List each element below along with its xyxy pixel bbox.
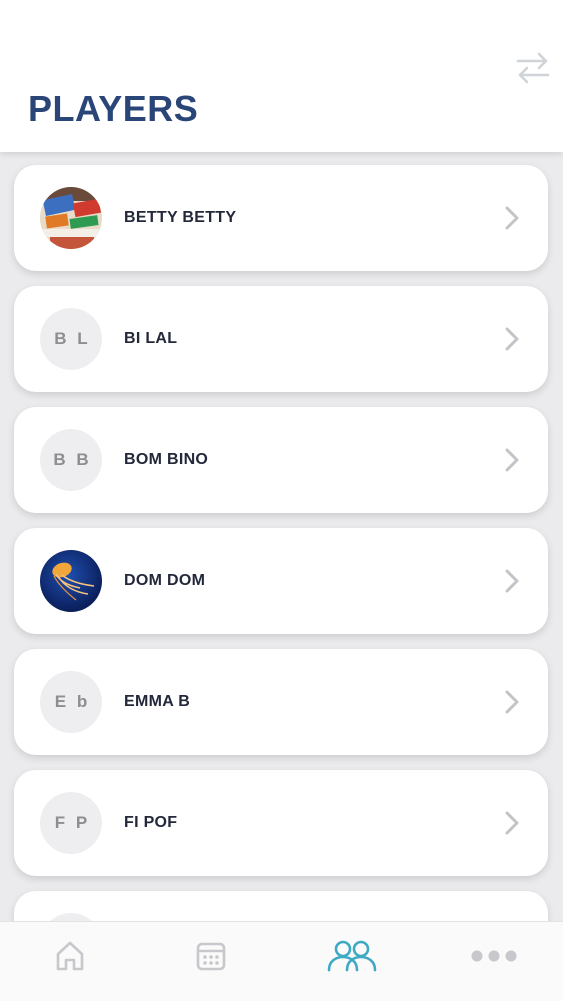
tab-more[interactable] — [468, 936, 520, 976]
swap-arrows-icon[interactable] — [514, 50, 552, 86]
avatar-initials: E b — [54, 692, 91, 711]
player-row[interactable]: E b EMMA B — [14, 649, 548, 755]
player-name: BETTY BETTY — [124, 209, 237, 226]
calendar-icon — [196, 942, 226, 971]
avatar — [40, 913, 102, 921]
avatar: E b — [40, 671, 102, 733]
chevron-right-icon — [504, 447, 520, 473]
avatar: B B — [40, 429, 102, 491]
player-row[interactable] — [14, 891, 548, 921]
tab-home[interactable] — [50, 936, 90, 976]
player-row[interactable]: B L BI LAL — [14, 286, 548, 392]
chevron-right-icon — [504, 205, 520, 231]
header: PLAYERS — [0, 0, 563, 152]
more-icon — [471, 950, 517, 962]
player-row[interactable]: DOM DOM — [14, 528, 548, 634]
tab-players[interactable] — [325, 936, 379, 976]
players-icon — [327, 940, 377, 972]
chevron-right-icon — [504, 326, 520, 352]
player-row[interactable]: B B BOM BINO — [14, 407, 548, 513]
player-name: FI POF — [124, 814, 178, 831]
player-row[interactable]: F P FI POF — [14, 770, 548, 876]
avatar-initials: B L — [54, 329, 91, 348]
chevron-right-icon — [504, 689, 520, 715]
player-name: EMMA B — [124, 693, 191, 710]
tab-calendar[interactable] — [191, 936, 231, 976]
player-photo-icon — [40, 187, 102, 249]
players-list[interactable]: BETTY BETTY B L BI LAL B B BOM BINO DOM … — [0, 152, 563, 921]
player-photo-icon — [40, 550, 102, 612]
player-row[interactable]: BETTY BETTY — [14, 165, 548, 271]
avatar-initials: B B — [53, 450, 92, 469]
page-title: PLAYERS — [28, 88, 199, 129]
avatar: B L — [40, 308, 102, 370]
tab-bar — [0, 921, 563, 1001]
avatar — [40, 187, 102, 249]
avatar-initials: F P — [54, 813, 91, 832]
home-icon — [56, 941, 84, 971]
player-name: BOM BINO — [124, 451, 209, 468]
player-name: DOM DOM — [124, 572, 206, 589]
player-name: BI LAL — [124, 330, 178, 347]
chevron-right-icon — [504, 810, 520, 836]
avatar: F P — [40, 792, 102, 854]
chevron-right-icon — [504, 568, 520, 594]
avatar — [40, 550, 102, 612]
